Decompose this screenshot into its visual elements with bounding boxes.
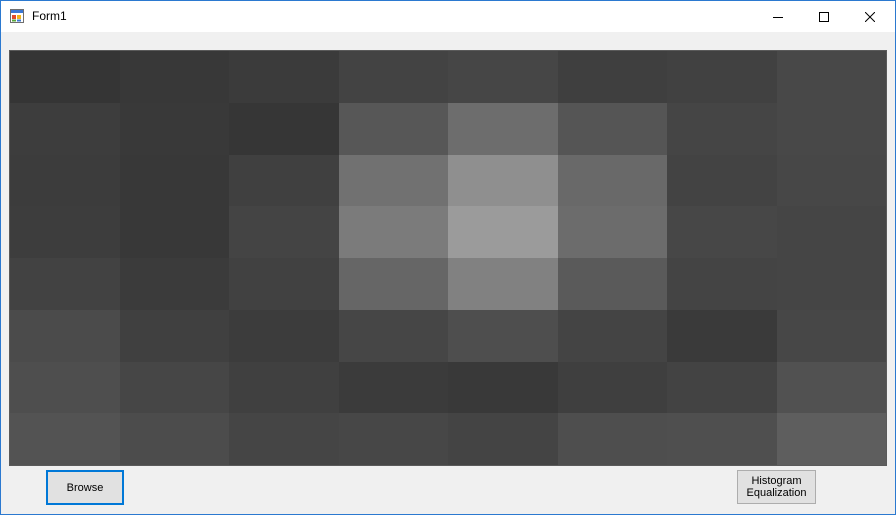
browse-button-label: Browse xyxy=(66,481,104,494)
image-block xyxy=(119,102,229,155)
image-block xyxy=(10,413,120,465)
image-block xyxy=(229,51,339,103)
image-block xyxy=(448,309,558,362)
image-block xyxy=(338,413,448,465)
image-block xyxy=(557,258,667,310)
image-block xyxy=(10,206,120,258)
histogram-equalization-button[interactable]: Histogram Equalization xyxy=(737,470,816,504)
image-block xyxy=(338,258,448,310)
close-icon xyxy=(865,11,875,22)
image-block xyxy=(667,154,777,207)
maximize-button[interactable] xyxy=(801,1,847,32)
image-block xyxy=(10,309,120,362)
maximize-icon xyxy=(819,11,829,22)
image-block xyxy=(448,206,558,258)
image-block xyxy=(119,361,229,414)
windows-form-icon xyxy=(10,9,24,23)
image-block xyxy=(776,51,886,103)
minimize-icon xyxy=(773,16,783,18)
image-block xyxy=(557,413,667,465)
image-block xyxy=(338,51,448,103)
image-block xyxy=(667,51,777,103)
image-block xyxy=(448,258,558,310)
image-block xyxy=(448,413,558,465)
image-block xyxy=(776,154,886,207)
image-block xyxy=(667,258,777,310)
image-block xyxy=(557,309,667,362)
image-block xyxy=(338,102,448,155)
image-block xyxy=(338,154,448,207)
image-block xyxy=(119,206,229,258)
image-block xyxy=(667,413,777,465)
histogram-button-label-line2: Equalization xyxy=(746,487,807,499)
image-block xyxy=(776,309,886,362)
image-block xyxy=(776,413,886,465)
image-block xyxy=(667,102,777,155)
image-block xyxy=(448,102,558,155)
image-block xyxy=(667,309,777,362)
image-block xyxy=(229,361,339,414)
image-block xyxy=(338,206,448,258)
image-block xyxy=(338,309,448,362)
image-block xyxy=(448,51,558,103)
image-block xyxy=(229,413,339,465)
image-block xyxy=(10,258,120,310)
image-block xyxy=(338,361,448,414)
image-block xyxy=(776,258,886,310)
image-block xyxy=(557,102,667,155)
image-block xyxy=(667,206,777,258)
minimize-button[interactable] xyxy=(755,1,801,32)
image-picturebox xyxy=(9,50,887,466)
histogram-button-label-line1: Histogram xyxy=(751,475,802,487)
image-block xyxy=(448,154,558,207)
image-block xyxy=(119,258,229,310)
image-block xyxy=(119,413,229,465)
image-block xyxy=(229,309,339,362)
image-block xyxy=(10,361,120,414)
image-block xyxy=(119,51,229,103)
image-block xyxy=(229,206,339,258)
image-block xyxy=(557,206,667,258)
window-title: Form1 xyxy=(32,9,67,23)
image-block xyxy=(229,102,339,155)
image-block xyxy=(10,154,120,207)
image-block xyxy=(229,154,339,207)
image-block xyxy=(448,361,558,414)
image-block xyxy=(667,361,777,414)
image-block xyxy=(557,51,667,103)
image-block xyxy=(229,258,339,310)
browse-button[interactable]: Browse xyxy=(46,470,124,505)
main-window: Form1 Browse Histogram Equalization xyxy=(0,0,896,515)
image-block xyxy=(10,102,120,155)
image-block xyxy=(776,206,886,258)
image-block xyxy=(776,102,886,155)
image-block xyxy=(119,154,229,207)
title-bar[interactable]: Form1 xyxy=(1,1,895,32)
image-block xyxy=(119,309,229,362)
image-block xyxy=(557,361,667,414)
close-button[interactable] xyxy=(847,1,893,32)
image-block xyxy=(557,154,667,207)
image-block xyxy=(776,361,886,414)
image-block xyxy=(10,51,120,103)
